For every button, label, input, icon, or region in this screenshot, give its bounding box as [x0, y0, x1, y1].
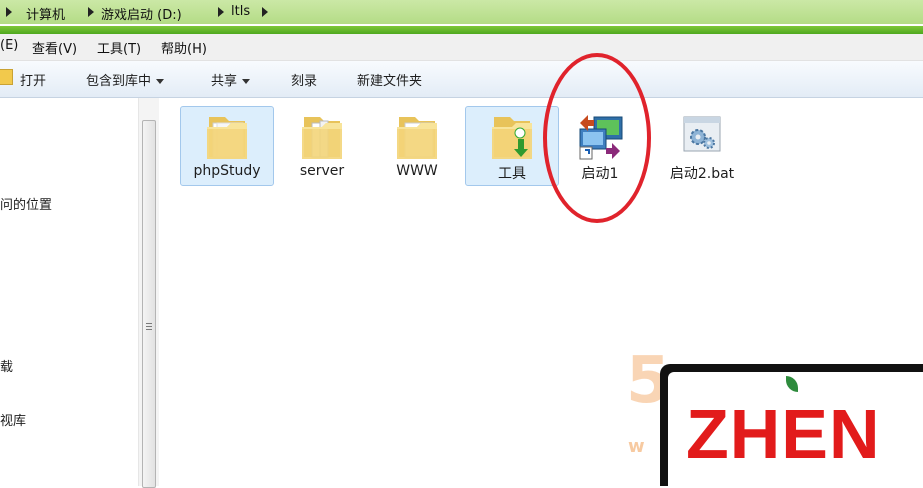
batch-file-gear-icon [683, 116, 721, 152]
leaf-icon [786, 376, 798, 392]
nav-item-recent-places[interactable]: 问的位置 [0, 194, 52, 213]
chevron-right-icon[interactable] [6, 7, 12, 17]
file-item-launch2-bat[interactable]: 启动2.bat [655, 106, 749, 186]
watermark-logo-text: ZHEN [686, 395, 881, 473]
watermark-logo-panel: ZHEN [668, 372, 923, 486]
address-bar[interactable]: 计算机 游戏启动 (D:) ltls [0, 0, 923, 24]
share-button[interactable]: 共享 [211, 70, 251, 89]
file-label: server [299, 163, 345, 179]
menu-edit[interactable]: (E) [0, 38, 18, 53]
file-label: phpStudy [193, 163, 261, 179]
dropdown-caret-icon [242, 79, 251, 84]
file-label: 工具 [498, 166, 526, 182]
nav-item-videos[interactable]: 视库 [0, 410, 26, 429]
scrollbar-thumb[interactable] [142, 120, 156, 488]
tools-folder-icon [492, 117, 532, 159]
chevron-right-icon[interactable] [218, 7, 224, 17]
grip-line [146, 329, 152, 330]
include-in-library-label: 包含到库中 [86, 74, 152, 89]
open-folder-icon [0, 69, 13, 85]
annotation-circle [543, 53, 651, 223]
menu-bar: (E) 查看(V) 工具(T) 帮助(H) [0, 34, 923, 61]
menu-tools[interactable]: 工具(T) [97, 38, 141, 57]
command-bar: 打开 包含到库中 共享 刻录 新建文件夹 [0, 61, 923, 98]
include-in-library-button[interactable]: 包含到库中 [86, 70, 165, 89]
navigation-pane: 问的位置 载 视库 [0, 98, 138, 486]
file-item-phpstudy[interactable]: phpStudy [180, 106, 274, 186]
address-bar-border [0, 26, 923, 34]
folder-icon [397, 117, 437, 159]
breadcrumb-computer[interactable]: 计算机 [26, 4, 65, 23]
chevron-right-icon[interactable] [262, 7, 268, 17]
watermark-logo: ZHEN [660, 364, 923, 486]
menu-help[interactable]: 帮助(H) [161, 38, 207, 57]
folder-icon [302, 117, 342, 159]
breadcrumb-folder[interactable]: ltls [231, 4, 250, 19]
dropdown-caret-icon [156, 79, 165, 84]
file-label: WWW [396, 163, 438, 179]
folder-icon [207, 117, 247, 159]
open-button[interactable]: 打开 [20, 70, 46, 89]
nav-item-downloads[interactable]: 载 [0, 356, 13, 375]
file-label: 启动2.bat [669, 166, 735, 182]
burn-button[interactable]: 刻录 [291, 70, 317, 89]
nav-pane-scrollbar[interactable] [138, 98, 159, 488]
menu-view[interactable]: 查看(V) [32, 38, 77, 57]
share-label: 共享 [211, 74, 238, 89]
breadcrumb-drive[interactable]: 游戏启动 (D:) [101, 4, 182, 23]
grip-line [146, 326, 152, 327]
chevron-right-icon[interactable] [88, 7, 94, 17]
grip-line [146, 323, 152, 324]
file-item-server[interactable]: server [275, 106, 369, 186]
watermark-faded-url: w [628, 436, 645, 457]
new-folder-button[interactable]: 新建文件夹 [357, 70, 422, 89]
file-item-www[interactable]: WWW [370, 106, 464, 186]
